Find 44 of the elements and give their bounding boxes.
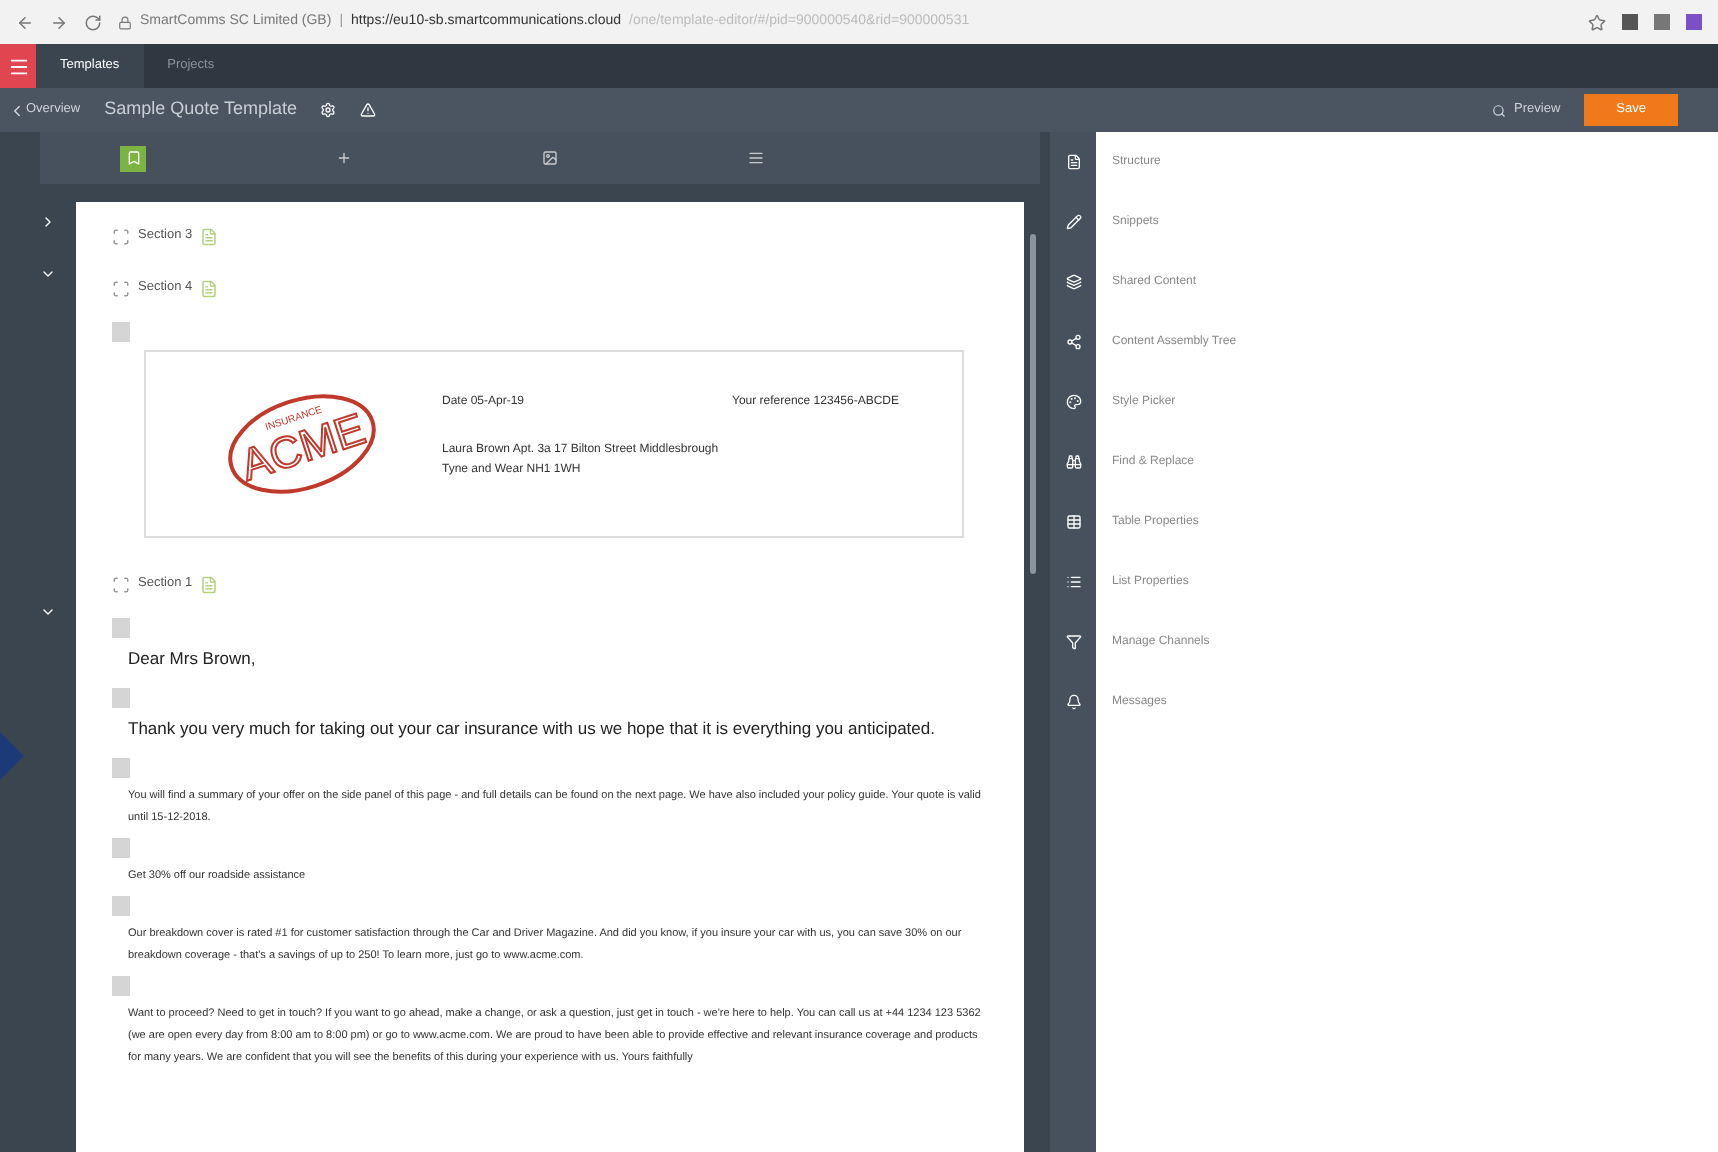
drag-handle-icon[interactable] xyxy=(112,895,130,915)
menu-button[interactable] xyxy=(0,44,36,88)
palette-icon[interactable] xyxy=(1065,394,1081,410)
share-icon[interactable] xyxy=(1065,334,1081,350)
menu-icon xyxy=(7,55,29,77)
paragraph: Thank you very much for taking out your car insurance with us we hope that it is everything you anticipated. xyxy=(128,715,937,741)
section-frame-icon[interactable] xyxy=(112,227,130,245)
drag-handle-icon[interactable] xyxy=(112,687,130,708)
insert-icon[interactable] xyxy=(336,150,352,166)
drag-handle-icon[interactable] xyxy=(112,322,130,342)
bookmark-star-icon[interactable] xyxy=(1588,13,1606,31)
bell-icon[interactable] xyxy=(1065,694,1081,710)
drag-handle-icon[interactable] xyxy=(112,975,130,995)
pencil-icon[interactable] xyxy=(1065,214,1081,230)
document-icon[interactable] xyxy=(1065,154,1081,170)
reload-icon[interactable] xyxy=(84,13,102,31)
align-icon[interactable] xyxy=(748,150,764,166)
chevron-left-icon xyxy=(8,101,26,119)
expand-icon[interactable] xyxy=(40,214,56,230)
back-icon[interactable] xyxy=(16,13,34,31)
forward-icon[interactable] xyxy=(50,13,68,31)
drag-handle-icon[interactable] xyxy=(112,837,130,857)
bookmark-icon xyxy=(125,150,141,166)
collapse-icon[interactable] xyxy=(40,604,56,620)
filter-icon[interactable] xyxy=(1065,634,1081,650)
list-icon[interactable] xyxy=(1065,574,1081,590)
search-icon xyxy=(1492,103,1507,117)
paragraph: Dear Mrs Brown, xyxy=(128,646,258,672)
settings-icon[interactable] xyxy=(320,102,337,118)
layers-icon[interactable] xyxy=(1065,274,1081,290)
format-button[interactable] xyxy=(120,145,146,171)
pointer-arrow-icon xyxy=(0,732,24,780)
drag-handle-icon[interactable] xyxy=(112,618,130,638)
scrollbar-thumb[interactable] xyxy=(1029,234,1035,574)
image-icon[interactable] xyxy=(542,150,558,166)
drag-handle-icon[interactable] xyxy=(112,757,130,777)
collapse-icon[interactable] xyxy=(40,266,56,282)
lock-icon xyxy=(118,15,132,29)
table-icon[interactable] xyxy=(1065,514,1081,530)
binoculars-icon[interactable] xyxy=(1065,454,1081,470)
section-frame-icon[interactable] xyxy=(112,575,130,593)
warning-icon[interactable] xyxy=(360,102,377,118)
template-title: Sample Quote Template xyxy=(104,96,297,123)
section-frame-icon[interactable] xyxy=(112,279,130,297)
